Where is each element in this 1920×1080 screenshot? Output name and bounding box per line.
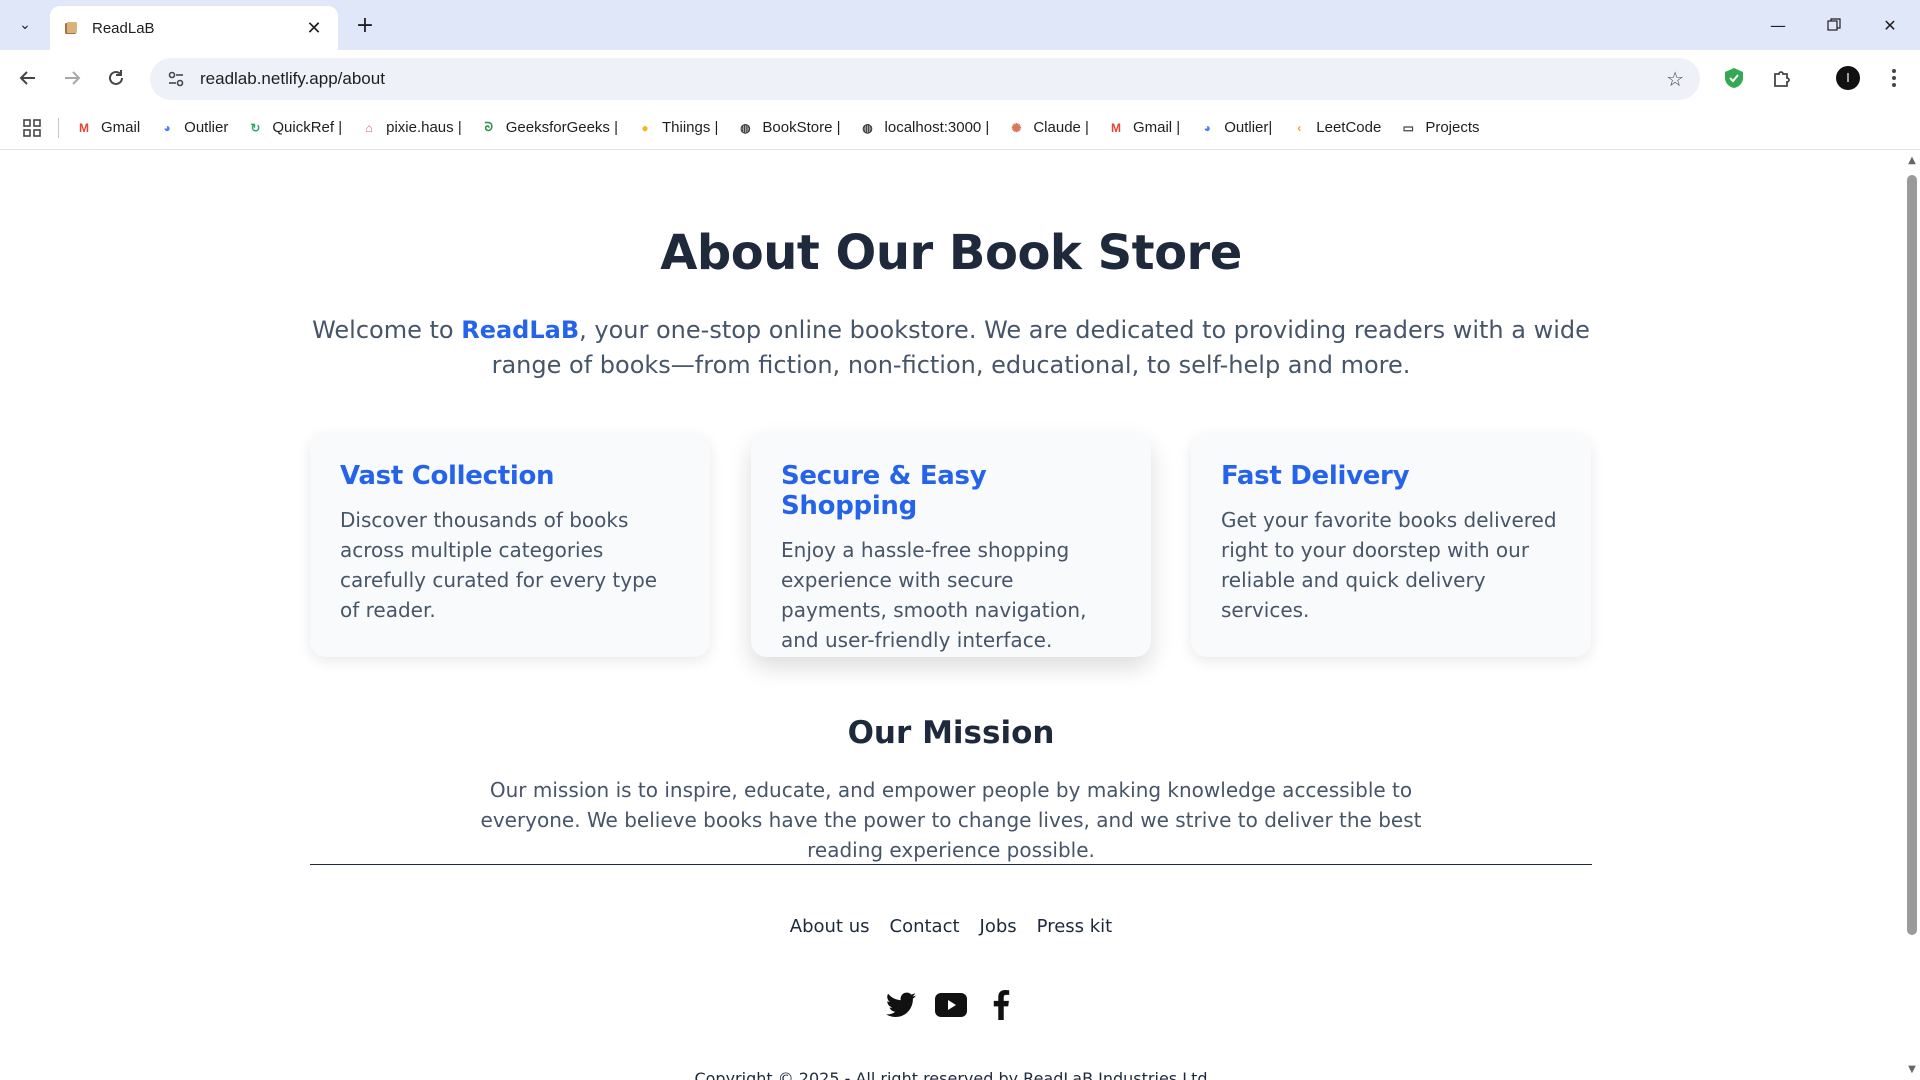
- bookmark-label: Outlier|: [1224, 119, 1273, 136]
- bookmark-item[interactable]: M Gmail: [75, 119, 140, 137]
- bookmark-label: BookStore |: [762, 119, 841, 136]
- social-links: [310, 989, 1592, 1021]
- mission-title: Our Mission: [847, 715, 1055, 751]
- minimize-icon[interactable]: —: [1758, 8, 1798, 42]
- apps-grid-icon[interactable]: [20, 116, 44, 140]
- bookmark-item[interactable]: ◍ localhost:3000 |: [859, 119, 990, 137]
- bookmark-item[interactable]: ● Thiings |: [636, 119, 718, 137]
- folder-icon: ▭: [1402, 120, 1414, 135]
- outlier-icon: ◕: [1203, 120, 1211, 135]
- bookmark-label: Thiings |: [662, 119, 719, 136]
- bookmark-label: Gmail: [101, 119, 141, 136]
- close-window-icon[interactable]: ✕: [1870, 8, 1910, 42]
- bookmark-label: localhost:3000 |: [884, 119, 990, 136]
- bookmark-item[interactable]: M Gmail |: [1107, 119, 1180, 137]
- back-icon[interactable]: [12, 62, 44, 94]
- feature-card-collection: Vast Collection Discover thousands of bo…: [310, 433, 710, 657]
- scroll-down-arrow-icon[interactable]: ▼: [1904, 1062, 1920, 1076]
- mission-text: Our mission is to inspire, educate, and …: [480, 778, 1422, 862]
- page-title: About Our Book Store: [660, 225, 1242, 281]
- bookmark-label: Projects: [1425, 119, 1480, 136]
- bookmark-star-icon[interactable]: ☆: [1666, 67, 1684, 91]
- profile-avatar[interactable]: [1832, 62, 1864, 94]
- card-title: Secure & Easy Shopping: [781, 461, 987, 521]
- scroll-up-arrow-icon[interactable]: ▲: [1904, 153, 1920, 167]
- shield-extension-icon[interactable]: [1718, 62, 1750, 94]
- footer-divider: [310, 864, 1592, 865]
- card-text: Discover thousands of books across multi…: [340, 508, 658, 622]
- card-title: Vast Collection: [340, 461, 555, 491]
- bookmark-item[interactable]: ▭ Projects: [1399, 119, 1480, 137]
- bookmark-item[interactable]: ◕ Outlier|: [1198, 119, 1273, 137]
- footer-link-about[interactable]: About us: [790, 916, 870, 937]
- card-text: Get your favorite books delivered right …: [1221, 508, 1557, 622]
- bookmark-label: GeeksforGeeks |: [505, 119, 618, 136]
- forward-icon[interactable]: [56, 62, 88, 94]
- gmail-icon: M: [79, 120, 89, 135]
- scrollbar-thumb[interactable]: [1907, 175, 1917, 935]
- footer-link-contact[interactable]: Contact: [890, 916, 960, 937]
- feature-card-delivery: Fast Delivery Get your favorite books de…: [1191, 433, 1591, 657]
- bookmark-item[interactable]: ◕ Outlier: [158, 119, 229, 137]
- quickref-icon: ↻: [250, 120, 261, 135]
- bookmarks-bar: M Gmail ◕ Outlier ↻ QuickRef | ⌂ pixie.haus | ᘐ G…: [0, 106, 1920, 150]
- reload-icon[interactable]: [100, 62, 132, 94]
- bookmark-label: LeetCode: [1316, 119, 1382, 136]
- globe-icon: ◍: [740, 120, 751, 135]
- restore-icon[interactable]: [1814, 8, 1854, 42]
- feature-card-shopping: Secure & Easy Shopping Enjoy a hassle-fr…: [751, 433, 1151, 657]
- bookmark-item[interactable]: ⌂ pixie.haus |: [360, 119, 462, 137]
- tab-strip: ⌄ ReadLaB ✕ + — ✕: [0, 0, 1920, 50]
- footer-link-jobs[interactable]: Jobs: [980, 916, 1017, 937]
- thiings-icon: ●: [641, 120, 649, 135]
- site-info-icon[interactable]: [164, 67, 188, 91]
- leetcode-icon: ‹: [1297, 120, 1302, 135]
- page-viewport: About Our Book Store Welcome to ReadLaB,…: [0, 151, 1904, 1080]
- bookmark-item[interactable]: ◍ BookStore |: [736, 119, 840, 137]
- intro-text-end: , your one-stop online bookstore. We are…: [491, 316, 1590, 379]
- browser-toolbar: readlab.netlify.app/about ☆: [0, 50, 1920, 106]
- url-text: readlab.netlify.app/about: [200, 69, 385, 88]
- geeksforgeeks-icon: ᘐ: [484, 120, 493, 134]
- bookmark-item[interactable]: ‹ LeetCode: [1290, 119, 1381, 137]
- tab-search-chevron-icon[interactable]: ⌄: [10, 10, 40, 40]
- intro-text-start: Welcome to: [312, 316, 462, 344]
- bookmark-label: Outlier: [184, 119, 229, 136]
- bookmark-label: Claude |: [1033, 119, 1089, 136]
- bookmark-item[interactable]: ↻ QuickRef |: [246, 119, 342, 137]
- bookmark-label: Gmail |: [1132, 119, 1181, 136]
- intro-paragraph: Welcome to ReadLaB, your one-stop online…: [310, 313, 1592, 383]
- card-title: Fast Delivery: [1221, 461, 1410, 491]
- bookmarks-separator: [58, 117, 59, 138]
- facebook-icon[interactable]: [985, 989, 1017, 1021]
- globe-icon: ◍: [862, 120, 873, 135]
- claude-icon: ✺: [1011, 120, 1022, 135]
- pixie-icon: ⌂: [365, 120, 373, 135]
- extensions-puzzle-icon[interactable]: [1766, 62, 1798, 94]
- copyright-text: Copyright © 2025 - All right reserved by…: [694, 1069, 1208, 1080]
- bookmark-item[interactable]: ✺ Claude |: [1007, 119, 1089, 137]
- footer-nav: About us Contact Jobs Press kit: [310, 916, 1592, 937]
- bookmark-label: pixie.haus |: [386, 119, 462, 136]
- close-tab-icon[interactable]: ✕: [302, 16, 326, 40]
- address-bar[interactable]: readlab.netlify.app/about ☆: [150, 58, 1700, 100]
- outlier-icon: ◕: [163, 120, 171, 135]
- card-text: Enjoy a hassle-free shopping experience …: [781, 538, 1087, 652]
- twitter-icon[interactable]: [885, 989, 917, 1021]
- bookmark-item[interactable]: ᘐ GeeksforGeeks |: [480, 119, 618, 137]
- bookmark-list: M Gmail ◕ Outlier ↻ QuickRef | ⌂ pixie.haus | ᘐ G…: [75, 119, 1498, 137]
- book-favicon-icon: [62, 19, 80, 37]
- gmail-icon: M: [1110, 120, 1121, 135]
- youtube-icon[interactable]: [935, 989, 967, 1021]
- footer-link-press-kit[interactable]: Press kit: [1037, 916, 1113, 937]
- bookmark-label: QuickRef |: [272, 119, 343, 136]
- brand-name: ReadLaB: [461, 316, 580, 344]
- more-menu-icon[interactable]: [1878, 62, 1910, 94]
- active-tab[interactable]: ReadLaB ✕: [50, 6, 338, 50]
- new-tab-icon[interactable]: +: [350, 10, 380, 40]
- tab-title: ReadLaB: [92, 19, 155, 37]
